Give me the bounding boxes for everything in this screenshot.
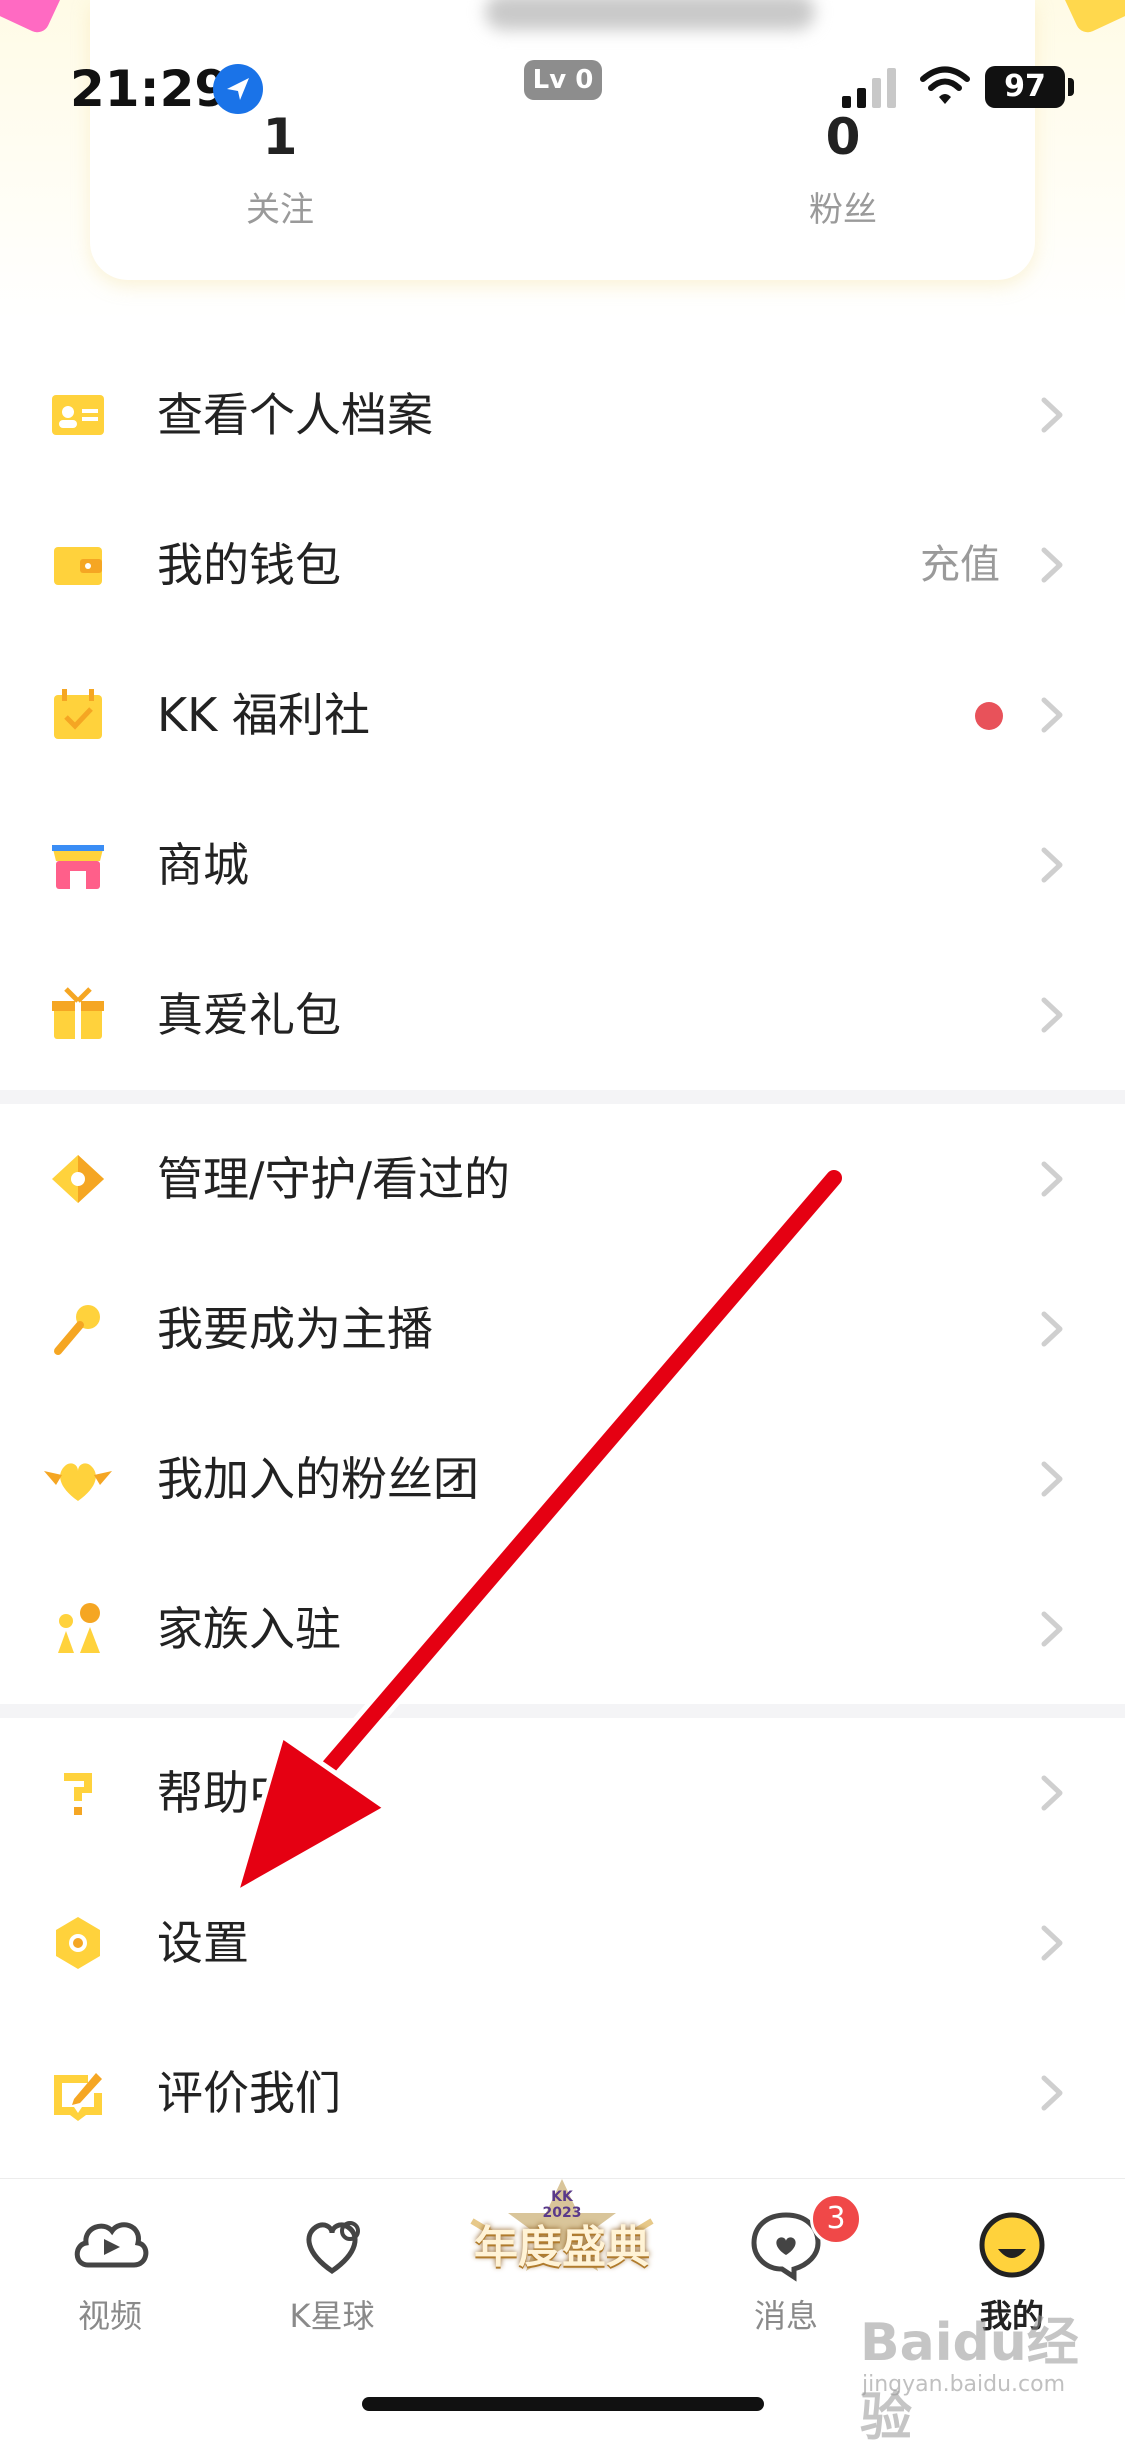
settings-icon xyxy=(48,1913,108,1973)
battery-tip xyxy=(1068,78,1074,96)
chevron-right-icon xyxy=(1030,1770,1074,1816)
fans-label[interactable]: 粉丝 xyxy=(743,182,943,231)
diamond-icon xyxy=(48,1149,108,1209)
tab-label: 消息 xyxy=(753,2297,818,2335)
chevron-right-icon xyxy=(1030,542,1074,588)
banner-title: 年度盛典 xyxy=(474,2222,650,2273)
shop-icon xyxy=(48,835,108,895)
menu-item-welfare[interactable]: KK 福利社 xyxy=(0,640,1125,790)
tab-annual-event[interactable]: KK 2023 年度盛典 xyxy=(452,2173,672,2373)
tab-k-planet[interactable]: K星球 xyxy=(242,2179,422,2379)
menu-label: 我加入的粉丝团 xyxy=(157,1452,479,1506)
wallet-icon xyxy=(48,535,108,595)
tab-video[interactable]: 视频 xyxy=(20,2179,200,2379)
menu-label: 查看个人档案 xyxy=(157,388,433,442)
menu-item-become-host[interactable]: 我要成为主播 xyxy=(0,1254,1125,1404)
tab-label: 视频 xyxy=(77,2297,142,2335)
chevron-right-icon xyxy=(1030,1920,1074,1966)
chevron-right-icon xyxy=(1030,842,1074,888)
chevron-right-icon xyxy=(1030,1156,1074,1202)
menu-item-manage[interactable]: 管理/守护/看过的 xyxy=(0,1104,1125,1254)
menu-label: KK 福利社 xyxy=(157,688,370,742)
message-badge: 3 xyxy=(810,2193,862,2245)
menu-item-gift[interactable]: 真爱礼包 xyxy=(0,940,1125,1090)
location-arrow-icon xyxy=(213,64,263,114)
menu-label: 设置 xyxy=(157,1916,249,1970)
profile-card-icon xyxy=(48,385,108,445)
level-badge: Lv 0 xyxy=(524,60,602,100)
menu-item-family[interactable]: 家族入驻 xyxy=(0,1554,1125,1704)
section-divider xyxy=(0,1090,1125,1104)
menu-item-settings[interactable]: 设置 xyxy=(0,1868,1125,2018)
menu-label: 帮助中心 xyxy=(157,1766,341,1820)
chevron-right-icon xyxy=(1030,1606,1074,1652)
review-icon xyxy=(48,2063,108,2123)
menu-item-profile[interactable]: 查看个人档案 xyxy=(0,340,1125,490)
menu-label: 家族入驻 xyxy=(157,1602,341,1656)
menu-label: 真爱礼包 xyxy=(157,988,341,1042)
signal-icon xyxy=(840,66,900,110)
chevron-right-icon xyxy=(1030,992,1074,1038)
section-divider xyxy=(0,1704,1125,1718)
following-count[interactable]: 1 xyxy=(180,108,380,166)
chevron-right-icon xyxy=(1030,1456,1074,1502)
video-cloud-icon xyxy=(70,2205,150,2285)
notification-dot xyxy=(975,702,1003,730)
home-indicator[interactable] xyxy=(362,2397,764,2411)
chevron-right-icon xyxy=(1030,2070,1074,2116)
chevron-right-icon xyxy=(1030,392,1074,438)
following-label[interactable]: 关注 xyxy=(180,182,380,231)
question-icon xyxy=(48,1763,108,1823)
heart-planet-icon xyxy=(292,2205,372,2285)
menu-label: 商城 xyxy=(157,838,249,892)
chevron-right-icon xyxy=(1030,692,1074,738)
calendar-check-icon xyxy=(48,685,108,745)
chevron-right-icon xyxy=(1030,1306,1074,1352)
heart-wings-icon xyxy=(42,1449,114,1509)
menu-item-fan-club[interactable]: 我加入的粉丝团 xyxy=(0,1404,1125,1554)
menu-item-review[interactable]: 评价我们 xyxy=(0,2018,1125,2168)
family-icon xyxy=(48,1599,108,1659)
recharge-link[interactable]: 充值 xyxy=(920,490,1000,640)
wifi-icon xyxy=(920,64,970,108)
gift-icon xyxy=(48,985,108,1045)
smiley-face-icon xyxy=(972,2205,1052,2285)
tab-label: K星球 xyxy=(289,2297,375,2335)
menu-label: 我要成为主播 xyxy=(157,1302,433,1356)
fans-count[interactable]: 0 xyxy=(743,108,943,166)
menu-label: 我的钱包 xyxy=(157,538,341,592)
blurred-username xyxy=(485,0,815,30)
menu-item-wallet[interactable]: 我的钱包 充值 xyxy=(0,490,1125,640)
microphone-icon xyxy=(48,1299,108,1359)
menu-item-shop[interactable]: 商城 xyxy=(0,790,1125,940)
menu-label: 评价我们 xyxy=(157,2066,341,2120)
menu-label: 管理/守护/看过的 xyxy=(157,1152,510,1206)
battery-indicator: 97 xyxy=(985,66,1065,108)
watermark-sub: jingyan.baidu.com xyxy=(862,2372,1066,2397)
menu-item-help[interactable]: 帮助中心 xyxy=(0,1718,1125,1868)
